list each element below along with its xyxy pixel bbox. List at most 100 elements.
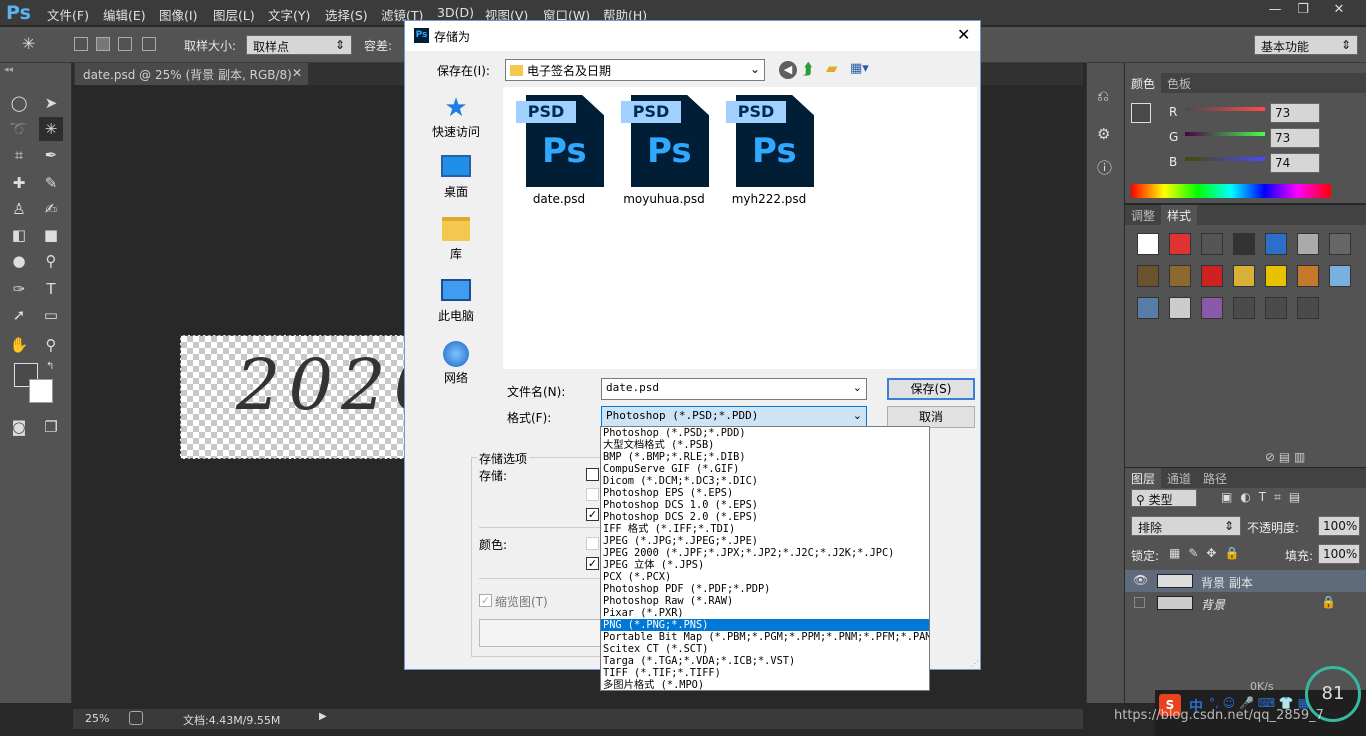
close-tab-icon[interactable]: ✕ [292,66,302,80]
intersect-selection-icon[interactable] [142,37,156,51]
format-option[interactable]: Photoshop PDF (*.PDF;*.PDP) [601,583,929,595]
file-list[interactable]: PSD Ps date.psd PSD Ps moyuhua.psd PSD Ps myh222… [503,87,977,369]
style-swatch[interactable] [1297,233,1319,255]
hand-tool-icon[interactable]: ✋ [7,333,31,357]
stamp-tool-icon[interactable]: ♙ [7,197,31,221]
brush-tool-icon[interactable]: ✎ [39,171,63,195]
format-option[interactable]: JPEG 2000 (*.JPF;*.JPX;*.JP2;*.J2C;*.J2K… [601,547,929,559]
fill-value[interactable]: 100% [1318,544,1360,564]
format-option[interactable]: Dicom (*.DCM;*.DC3;*.DIC) [601,475,929,487]
background-color-swatch[interactable] [29,379,53,403]
blend-mode-select[interactable]: 排除 ⇕ [1131,516,1241,536]
layer-name[interactable]: 背景 [1201,596,1225,613]
format-option[interactable]: Pixar (*.PXR) [601,607,929,619]
shape-tool-icon[interactable]: ▭ [39,303,63,327]
style-swatch[interactable] [1329,233,1351,255]
cancel-button[interactable]: 取消 [887,406,975,428]
g-value[interactable]: 73 [1270,128,1320,148]
info-icon[interactable]: ⓘ [1097,157,1112,178]
format-option[interactable]: Targa (*.TGA;*.VDA;*.ICB;*.VST) [601,655,929,667]
place-libraries[interactable]: 库 [415,217,497,262]
save-option-checkbox[interactable]: ✓ [586,508,599,521]
dodge-tool-icon[interactable]: ⚲ [39,249,63,273]
save-option-checkbox[interactable] [586,468,599,481]
visibility-eye-icon[interactable]: 👁 [1133,573,1148,587]
place-this-pc[interactable]: 此电脑 [415,279,497,324]
color-option-checkbox[interactable]: ✓ [586,557,599,570]
collapse-icon[interactable]: ◂◂ [4,65,13,75]
tab-swatches[interactable]: 色板 [1161,73,1197,94]
r-slider[interactable] [1185,107,1265,111]
format-option[interactable]: Photoshop EPS (*.EPS) [601,487,929,499]
format-option[interactable]: Photoshop (*.PSD;*.PDD) [601,427,929,439]
style-swatch[interactable] [1329,265,1351,287]
file-item[interactable]: PSD Ps moyuhua.psd [616,95,712,215]
format-dropdown-list[interactable]: Photoshop (*.PSD;*.PDD) 大型文档格式 (*.PSB) BMP… [600,426,930,691]
tab-channels[interactable]: 通道 [1161,468,1197,489]
minimize-button[interactable]: — [1262,2,1288,20]
style-swatch[interactable] [1233,265,1255,287]
menu-item[interactable]: 文字(Y) [268,5,310,24]
layer-row[interactable]: 背景 🔒 [1125,592,1366,614]
color-fg-swatch[interactable] [1131,103,1151,123]
history-icon[interactable]: ⎌ [1097,87,1109,105]
style-swatch[interactable] [1169,233,1191,255]
type-tool-icon[interactable]: T [39,277,63,301]
style-swatch[interactable] [1137,297,1159,319]
up-folder-icon[interactable]: ⮭ [803,59,812,79]
menu-item[interactable]: 文件(F) [47,5,89,24]
dialog-close-icon[interactable]: ✕ [957,25,970,44]
b-slider[interactable] [1185,157,1265,161]
back-icon[interactable]: ◀ [779,61,797,79]
place-network[interactable]: 网络 [415,341,497,386]
blur-tool-icon[interactable]: ● [7,249,31,273]
document-canvas[interactable]: 2020 [180,335,438,459]
style-panel-actions-icon[interactable]: ⊘ ▤ ▥ [1265,450,1305,464]
save-button[interactable]: 保存(S) [887,378,975,400]
view-menu-icon[interactable]: ▦▾ [850,61,869,76]
tab-styles[interactable]: 样式 [1161,205,1198,226]
quick-mask-icon[interactable]: ◙ [7,415,31,439]
format-option[interactable]: CompuServe GIF (*.GIF) [601,463,929,475]
swap-colors-icon[interactable]: ↰ [46,361,54,372]
save-option-checkbox[interactable] [586,488,599,501]
color-option-checkbox[interactable] [586,537,599,550]
filename-input[interactable]: date.psd ⌄ [601,378,867,400]
style-swatch[interactable] [1201,233,1223,255]
tab-color[interactable]: 颜色 [1125,73,1162,94]
new-selection-icon[interactable] [74,37,88,51]
history-brush-icon[interactable]: ✍ [39,197,63,221]
format-option[interactable]: BMP (*.BMP;*.RLE;*.DIB) [601,451,929,463]
move-tool-icon[interactable]: ➤ [39,91,63,115]
format-option[interactable]: Portable Bit Map (*.PBM;*.PGM;*.PPM;*.PN… [601,631,929,643]
properties-icon[interactable]: ⚙ [1097,125,1110,143]
style-swatch[interactable] [1297,297,1319,319]
screen-mode-icon[interactable]: ❐ [39,415,63,439]
format-option[interactable]: 大型文档格式 (*.PSB) [601,439,929,451]
status-menu-arrow-icon[interactable]: ▶ [319,711,327,722]
file-item[interactable]: PSD Ps myh222.psd [721,95,817,215]
style-swatch[interactable] [1265,233,1287,255]
eyedropper-tool-icon[interactable]: ✒ [39,143,63,167]
style-swatch[interactable] [1297,265,1319,287]
menu-item[interactable]: 图层(L) [213,5,255,24]
color-spectrum[interactable] [1131,184,1331,198]
magic-wand-icon[interactable]: ✳ [22,34,35,53]
r-value[interactable]: 73 [1270,103,1320,123]
g-slider[interactable] [1185,132,1265,136]
layer-name[interactable]: 背景 副本 [1201,574,1253,591]
new-folder-icon[interactable]: ▰ [826,59,838,77]
menu-item[interactable]: 编辑(E) [103,5,146,24]
pen-tool-icon[interactable]: ✑ [7,277,31,301]
share-icon[interactable] [129,711,143,725]
resize-grip-icon[interactable]: ⋰ [971,659,979,668]
format-option[interactable]: TIFF (*.TIF;*.TIFF) [601,667,929,679]
file-item[interactable]: PSD Ps date.psd [511,95,607,215]
layer-row[interactable]: 👁 背景 副本 [1125,570,1366,592]
format-option[interactable]: 多图片格式 (*.MPO) [601,679,929,690]
workspace-select[interactable]: 基本功能 ⇕ [1254,35,1358,55]
save-in-select[interactable]: 电子签名及日期 ⌄ [505,59,765,81]
style-swatch[interactable] [1233,297,1255,319]
sample-size-select[interactable]: 取样点 ⇕ [246,35,352,55]
format-option[interactable]: IFF 格式 (*.IFF;*.TDI) [601,523,929,535]
